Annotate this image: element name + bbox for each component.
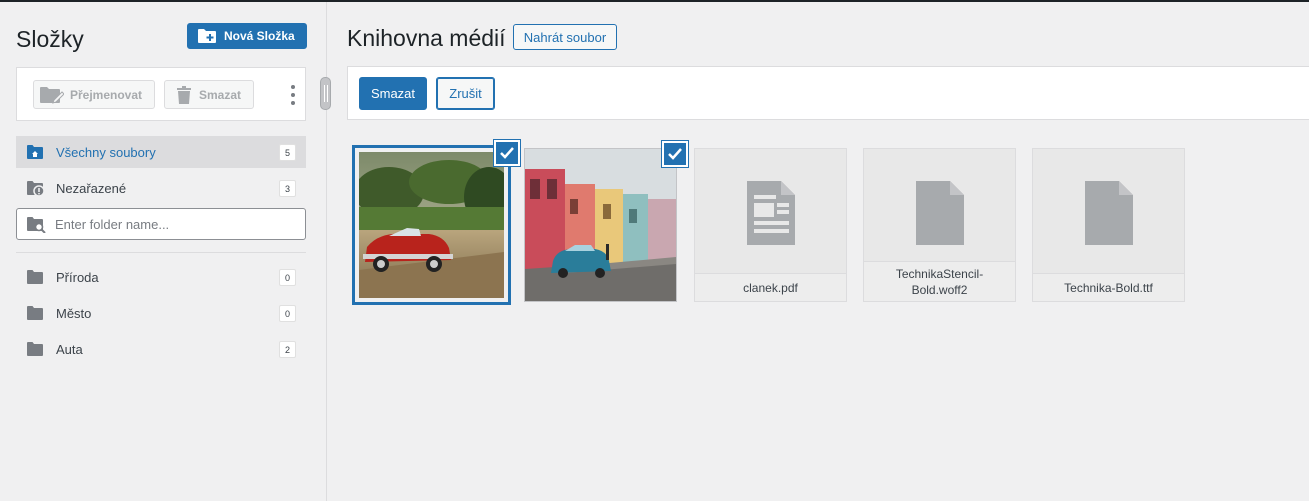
upload-file-button[interactable]: Nahrát soubor <box>513 24 617 50</box>
selected-checkmark-icon[interactable] <box>662 141 688 167</box>
delete-selected-button[interactable]: Smazat <box>359 77 427 110</box>
folder-label: Všechny soubory <box>56 144 156 160</box>
search-folder-icon <box>27 217 46 233</box>
file-name: Technika-Bold.ttf <box>1033 273 1184 301</box>
trash-icon <box>177 85 191 104</box>
bulk-action-bar: Smazat Zrušit <box>347 66 1309 120</box>
folder-icon <box>27 270 43 284</box>
media-item-image-red-car[interactable] <box>352 140 520 305</box>
folder-count-badge: 0 <box>279 269 296 286</box>
selected-checkmark-icon[interactable] <box>494 140 520 166</box>
folder-count-badge: 5 <box>279 144 296 161</box>
new-folder-button[interactable]: Nová Složka <box>187 23 307 49</box>
folder-item-uncategorized[interactable]: Nezařazené 3 <box>16 172 306 204</box>
rename-label: Přejmenovat <box>70 87 143 102</box>
rename-button[interactable]: Přejmenovat <box>33 80 155 109</box>
document-icon <box>746 181 795 245</box>
folder-item-all-files[interactable]: Všechny soubory 5 <box>16 136 306 168</box>
cancel-selection-button[interactable]: Zrušit <box>436 77 495 110</box>
folder-icon <box>27 306 43 320</box>
uncategorized-folder-icon <box>27 181 45 197</box>
folder-label: Nezařazené <box>56 180 127 196</box>
folder-label: Příroda <box>56 269 99 285</box>
file-name: TechnikaStencil-Bold.woff2 <box>864 261 1015 301</box>
file-name: clanek.pdf <box>695 273 846 301</box>
add-folder-icon <box>198 29 216 43</box>
street-car-thumbnail <box>525 149 676 301</box>
folder-count-badge: 2 <box>279 341 296 358</box>
folders-sidebar: Složky Nová Složka Přejmenovat Smazat Vš… <box>0 2 331 501</box>
folder-item-mesto[interactable]: Město 0 <box>16 297 306 329</box>
red-car-thumbnail <box>359 152 504 298</box>
sidebar-resize-handle[interactable] <box>320 77 331 110</box>
new-folder-label: Nová Složka <box>224 29 295 43</box>
folder-toolbar: Přejmenovat Smazat <box>16 67 306 121</box>
media-item-file-pdf[interactable]: clanek.pdf <box>694 148 847 302</box>
folder-count-badge: 0 <box>279 305 296 322</box>
delete-folder-label: Smazat <box>199 87 242 102</box>
folder-label: Město <box>56 305 92 321</box>
file-icon <box>1084 181 1133 245</box>
folder-item-auta[interactable]: Auta 2 <box>16 333 306 365</box>
folder-count-badge: 3 <box>279 180 296 197</box>
rename-folder-icon <box>40 86 64 104</box>
page-title: Knihovna médií <box>347 25 506 51</box>
sidebar-title: Složky <box>16 26 84 52</box>
media-item-image-street[interactable] <box>524 141 688 302</box>
file-icon <box>915 181 964 245</box>
home-folder-icon <box>27 145 43 159</box>
folder-name-input[interactable] <box>55 209 299 239</box>
folder-search-box <box>16 208 306 240</box>
more-options-icon[interactable] <box>290 85 296 105</box>
media-item-file-woff2[interactable]: TechnikaStencil-Bold.woff2 <box>863 148 1016 302</box>
folder-icon <box>27 342 43 356</box>
folder-label: Auta <box>56 341 83 357</box>
folder-item-priroda[interactable]: Příroda 0 <box>16 261 306 293</box>
folder-divider <box>16 252 306 253</box>
delete-folder-button[interactable]: Smazat <box>164 80 254 109</box>
media-item-file-ttf[interactable]: Technika-Bold.ttf <box>1032 148 1185 302</box>
